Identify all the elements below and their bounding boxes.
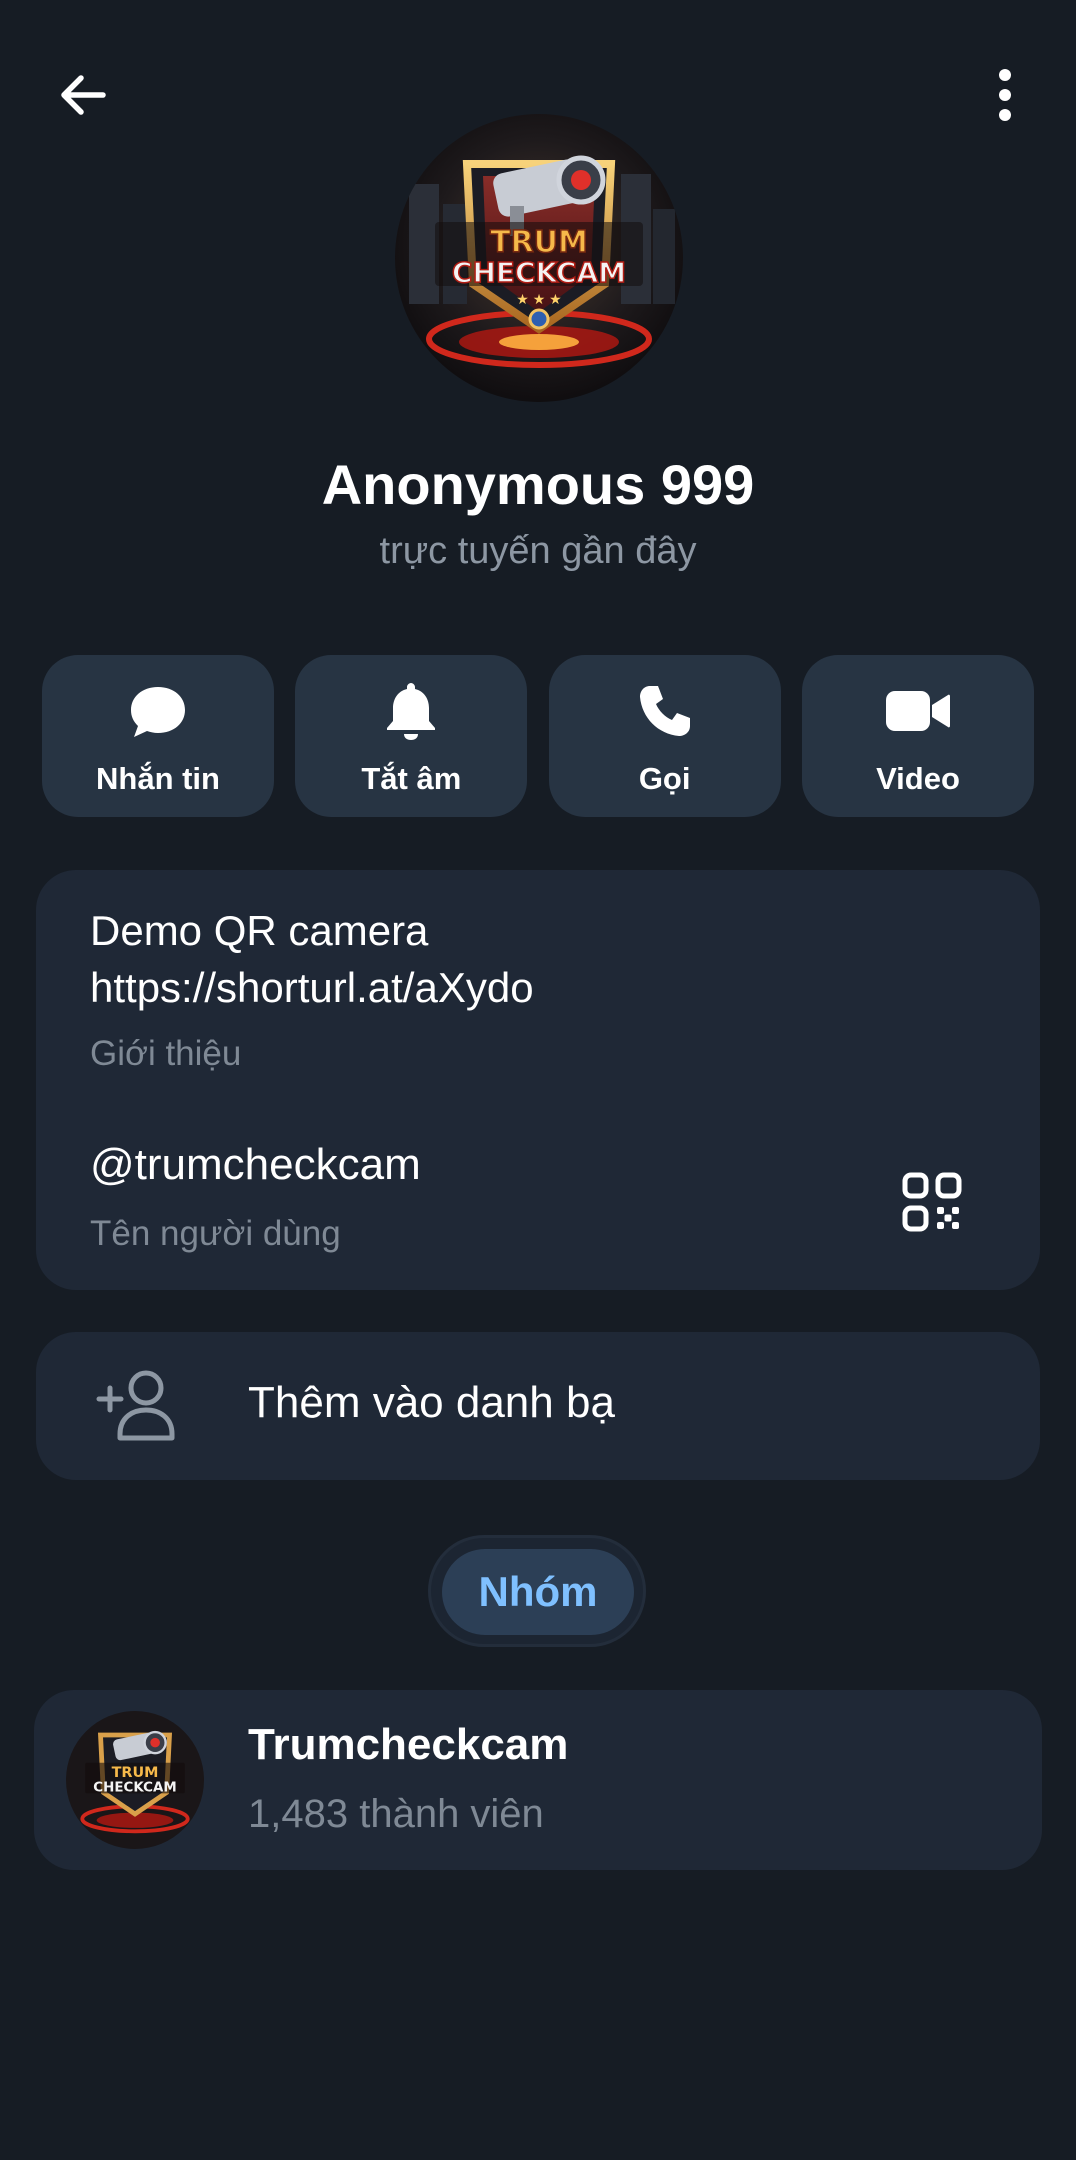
arrow-left-icon [61,75,106,115]
svg-text:CHECKCAM: CHECKCAM [452,256,626,289]
call-button[interactable]: Gọi [548,655,781,817]
qr-code-button[interactable] [890,1160,974,1244]
call-button-label: Gọi [638,761,691,796]
group-name: Trumcheckcam [248,1720,569,1769]
video-camera-icon [885,691,950,731]
more-vertical-icon [999,69,1011,121]
username-caption: Tên người dùng [90,1214,341,1253]
bio-caption: Giới thiệu [90,1034,242,1073]
more-options-button[interactable] [962,52,1048,138]
group-member-count: 1,483 thành viên [248,1792,544,1836]
back-button[interactable] [40,52,126,138]
bell-icon [387,683,436,740]
svg-text:CHECKCAM: CHECKCAM [93,1781,176,1796]
bio-line-1: Demo QR camera [90,907,429,954]
message-icon [131,687,185,737]
bio-link[interactable]: https://shorturl.at/aXydo [90,959,910,1016]
svg-text:TRUM: TRUM [490,225,588,260]
action-buttons-row: Nhắn tin Tắt âm Gọi Video [42,655,1034,817]
svg-text:★ ★ ★: ★ ★ ★ [516,291,561,307]
message-button-label: Nhắn tin [96,761,220,796]
profile-status: trực tuyến gần đây [379,530,697,572]
profile-avatar[interactable]: TRUM CHECKCAM ★ ★ ★ [395,114,683,402]
username[interactable]: @trumcheckcam [90,1140,421,1190]
phone-icon [639,686,690,736]
bio-text[interactable]: Demo QR camera https://shorturl.at/aXydo [90,902,910,1016]
svg-text:TRUM: TRUM [112,1765,159,1781]
video-call-button[interactable]: Video [801,655,1034,817]
add-contact-icon [96,1370,175,1441]
add-to-contacts-label: Thêm vào danh bạ [248,1378,615,1427]
message-button[interactable]: Nhắn tin [42,655,274,817]
qr-code-icon [902,1172,962,1232]
video-call-button-label: Video [876,761,960,796]
mute-button[interactable]: Tắt âm [295,655,528,817]
profile-name: Anonymous 999 [321,453,755,516]
mute-button-label: Tắt âm [361,761,462,796]
tab-groups[interactable]: Nhóm [442,1549,634,1635]
group-avatar: TRUM CHECKCAM [66,1711,204,1849]
